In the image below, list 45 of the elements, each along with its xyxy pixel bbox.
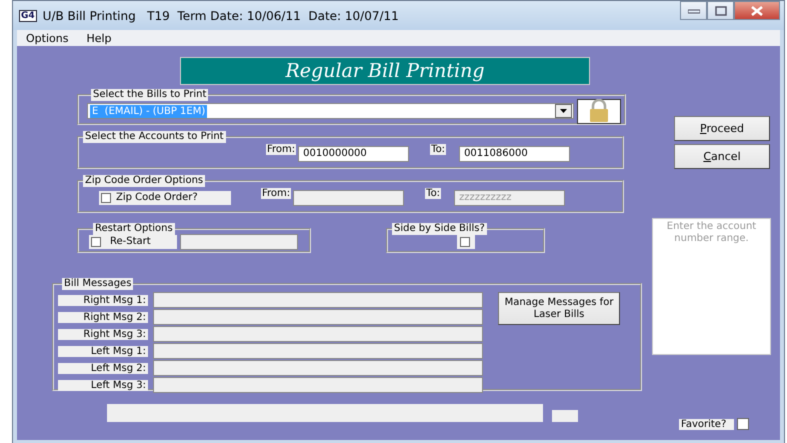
group-legend: Restart Options [93,223,175,235]
padlock-icon [588,99,610,123]
lock-button[interactable] [577,98,621,124]
group-legend: Select the Accounts to Print [83,131,226,143]
menu-item[interactable]: Help [77,32,121,44]
maximize-button[interactable] [707,1,734,20]
to-label: To: [430,144,446,155]
group-legend: Side by Side Bills? [392,223,487,235]
message-field[interactable] [153,309,483,325]
message-field[interactable] [153,343,483,359]
from-label: From: [266,144,296,155]
maximize-icon [714,6,726,16]
minimize-button[interactable] [680,1,707,20]
side-by-side-checkbox[interactable] [456,234,474,248]
group-legend: Select the Bills to Print [91,89,208,101]
message-label: Left Msg 2: [58,362,148,374]
hint-text: Enter the account number range. [652,218,771,355]
minimize-icon [688,8,700,14]
to-account-field[interactable]: 0011086000 [459,146,570,162]
zip-order-checkbox[interactable]: Zip Code Order? [99,190,231,204]
close-button[interactable] [734,1,780,20]
message-field[interactable] [153,326,483,342]
app-icon: G4 [19,10,37,22]
message-field[interactable] [153,360,483,376]
message-label: Left Msg 1: [58,346,148,356]
close-icon [751,6,763,16]
from-account-field[interactable]: 0010000000 [298,146,410,162]
message-field[interactable] [153,377,483,393]
message-label: Right Msg 1: [58,294,148,306]
message-label: Left Msg 3: [58,380,148,390]
group-legend: Bill Messages [62,278,134,290]
banner-title: Regular Bill Printing [180,57,590,85]
menu-item[interactable]: Options [17,32,78,44]
message-field[interactable] [153,292,483,308]
restart-checkbox[interactable]: Re-Start [89,234,177,248]
message-label: Right Msg 3: [58,328,148,340]
group-legend: Zip Code Order Options [83,175,206,187]
window-title: U/B Bill Printing T19 Term Date: 10/06/11 Date: 10/07/11 [42,8,399,22]
message-label: Right Msg 2: [58,312,148,322]
action-button[interactable]: Proceed [674,116,770,141]
to-label: To: [425,188,442,199]
from-label: From: [261,188,292,199]
status-indicator [552,410,578,422]
manage-messages-button[interactable]: Manage Messages for Laser Bills [498,292,620,325]
action-button[interactable]: Cancel [674,144,770,169]
